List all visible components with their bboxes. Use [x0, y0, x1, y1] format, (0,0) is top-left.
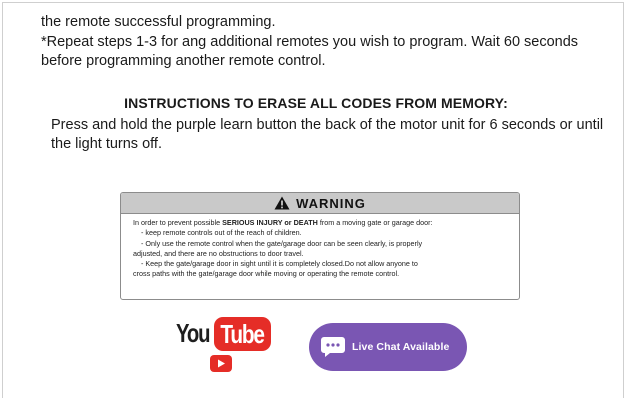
warning-intro: In order to prevent possible SERIOUS INJ… — [133, 218, 509, 228]
warning-intro-bold: SERIOUS INJURY or DEATH — [222, 218, 318, 227]
chat-bubble-icon — [321, 337, 345, 357]
warning-body: In order to prevent possible SERIOUS INJ… — [121, 214, 519, 280]
warning-intro-text: In order to prevent possible — [133, 218, 223, 227]
live-chat-label: Live Chat Available — [352, 341, 450, 353]
paragraph-programming-end: the remote successful programming. — [41, 14, 276, 30]
warning-bullet-sight: - Keep the gate/garage door in sight unt… — [141, 259, 418, 269]
youtube-tube-badge: Tube — [214, 317, 271, 351]
warning-title: WARNING — [296, 195, 366, 211]
erase-codes-instructions: Press and hold the purple learn button t… — [51, 117, 604, 152]
youtube-tube-text: Tube — [220, 319, 266, 349]
warning-box: WARNING In order to prevent possible SER… — [120, 192, 520, 300]
youtube-you-text: You — [176, 318, 210, 348]
warning-bullet-sight-cont: cross paths with the gate/garage door wh… — [133, 269, 400, 279]
warning-intro-tail: from a moving gate or garage door: — [317, 218, 433, 227]
erase-codes-heading: INSTRUCTIONS TO ERASE ALL CODES FROM MEM… — [124, 95, 508, 111]
live-chat-button[interactable]: Live Chat Available — [309, 323, 467, 371]
warning-bullet-children: - keep remote controls out of the reach … — [141, 228, 302, 238]
warning-bullet-visibility-cont: adjusted, and there are no obstructions … — [133, 248, 304, 258]
play-icon — [210, 355, 232, 372]
warning-triangle-icon — [274, 196, 290, 210]
warning-header: WARNING — [121, 193, 519, 214]
document-page: the remote successful programming. *Repe… — [2, 2, 624, 398]
paragraph-repeat-steps: *Repeat steps 1-3 for ang additional rem… — [41, 34, 579, 69]
youtube-logo[interactable]: You Tube — [176, 317, 276, 379]
warning-bullet-visibility: - Only use the remote control when the g… — [141, 238, 423, 248]
